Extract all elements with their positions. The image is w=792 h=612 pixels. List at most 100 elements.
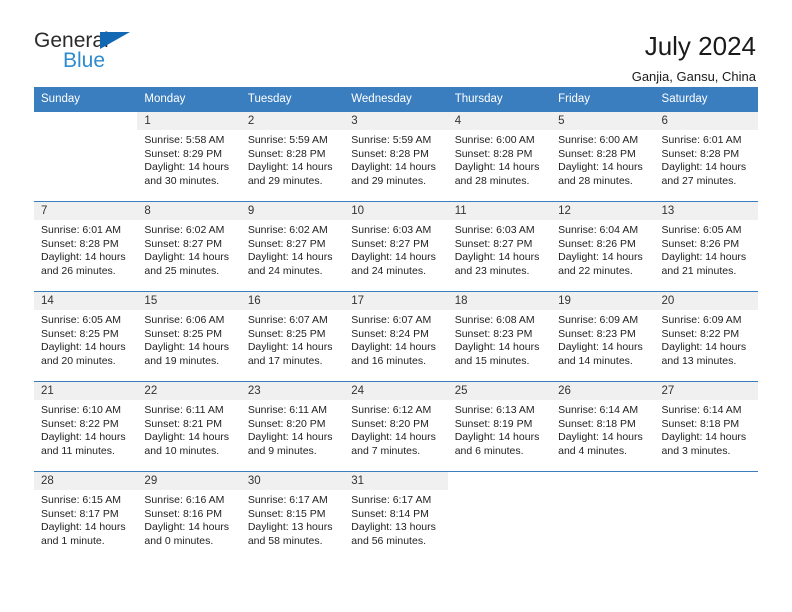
day-sunset-text: Sunset: 8:23 PM — [558, 327, 636, 340]
calendar-day-cell[interactable]: 27 Sunrise: 6:14 AM Sunset: 8:18 PM Dayligh… — [654, 381, 758, 472]
calendar-day-cell[interactable]: 10 Sunrise: 6:03 AM Sunset: 8:27 PM Dayligh… — [344, 201, 448, 292]
calendar-day-cell[interactable]: 15 Sunrise: 6:06 AM Sunset: 8:25 PM Dayligh… — [137, 291, 241, 382]
day-daylight1-text: Daylight: 13 hours — [247, 521, 333, 534]
day-details: Sunrise: 6:09 AM Sunset: 8:23 PM Daylight:… — [551, 310, 654, 368]
day-daylight2-text: and 16 minutes. — [351, 354, 426, 367]
day-number — [34, 112, 138, 130]
day-daylight1-text: Daylight: 14 hours — [558, 341, 643, 354]
day-details: Sunrise: 6:17 AM Sunset: 8:15 PM Daylight:… — [241, 490, 344, 548]
day-details: Sunrise: 6:13 AM Sunset: 8:19 PM Daylight:… — [448, 400, 551, 458]
calendar-day-cell[interactable]: 6 Sunrise: 6:01 AM Sunset: 8:28 PM Daylight… — [654, 111, 758, 202]
day-details: Sunrise: 6:07 AM Sunset: 8:25 PM Daylight:… — [241, 310, 344, 368]
day-details: Sunrise: 6:07 AM Sunset: 8:24 PM Daylight:… — [344, 310, 447, 368]
day-sunrise-text: Sunrise: 6:03 AM — [351, 224, 432, 236]
day-number: 20 — [654, 292, 758, 310]
day-cell-inner: 2 Sunrise: 5:59 AM Sunset: 8:28 PM Daylight… — [240, 112, 345, 201]
calendar-day-cell[interactable]: 26 Sunrise: 6:14 AM Sunset: 8:18 PM Dayligh… — [551, 381, 655, 472]
day-number: 9 — [240, 202, 345, 220]
day-daylight2-text: and 13 minutes. — [661, 354, 737, 367]
calendar-day-cell[interactable]: 25 Sunrise: 6:13 AM Sunset: 8:19 PM Dayligh… — [447, 381, 552, 472]
calendar-day-cell[interactable]: 19 Sunrise: 6:09 AM Sunset: 8:23 PM Dayligh… — [551, 291, 655, 382]
calendar-day-cell[interactable]: 5 Sunrise: 6:00 AM Sunset: 8:28 PM Daylight… — [551, 111, 655, 202]
day-cell-inner: 18 Sunrise: 6:08 AM Sunset: 8:23 PM Dayligh… — [447, 292, 552, 381]
day-sunrise-text: Sunrise: 5:58 AM — [144, 134, 225, 146]
weekday-header-thursday: Thursday — [447, 87, 552, 112]
calendar-body: 1 Sunrise: 5:58 AM Sunset: 8:29 PM Daylight… — [34, 111, 758, 562]
day-number: 2 — [240, 112, 345, 130]
day-details: Sunrise: 6:02 AM Sunset: 8:27 PM Daylight:… — [241, 220, 344, 278]
day-daylight1-text: Daylight: 14 hours — [661, 251, 747, 264]
calendar-day-cell[interactable]: 24 Sunrise: 6:12 AM Sunset: 8:20 PM Dayligh… — [344, 381, 448, 472]
calendar-day-cell[interactable]: 8 Sunrise: 6:02 AM Sunset: 8:27 PM Daylight… — [137, 201, 241, 292]
calendar-day-cell[interactable]: 3 Sunrise: 5:59 AM Sunset: 8:28 PM Daylight… — [344, 111, 448, 202]
day-sunrise-text: Sunrise: 6:11 AM — [144, 404, 224, 416]
day-sunrise-text: Sunrise: 6:05 AM — [41, 314, 121, 326]
day-cell-inner: 20 Sunrise: 6:09 AM Sunset: 8:22 PM Dayligh… — [654, 292, 758, 381]
day-cell-inner — [447, 472, 552, 562]
calendar-day-cell[interactable]: 4 Sunrise: 6:00 AM Sunset: 8:28 PM Daylight… — [447, 111, 552, 202]
day-number — [654, 472, 758, 490]
day-cell-inner: 1 Sunrise: 5:58 AM Sunset: 8:29 PM Daylight… — [137, 112, 241, 201]
calendar-day-cell[interactable]: 21 Sunrise: 6:10 AM Sunset: 8:22 PM Dayligh… — [34, 381, 138, 472]
day-sunrise-text: Sunrise: 6:01 AM — [41, 224, 121, 236]
day-daylight1-text: Daylight: 14 hours — [144, 341, 230, 354]
calendar-day-cell[interactable]: 31 Sunrise: 6:17 AM Sunset: 8:14 PM Dayligh… — [344, 471, 448, 562]
day-daylight1-text: Daylight: 14 hours — [41, 251, 126, 264]
day-number: 15 — [137, 292, 241, 310]
calendar-day-cell[interactable]: 12 Sunrise: 6:04 AM Sunset: 8:26 PM Dayligh… — [551, 201, 655, 292]
calendar-day-cell[interactable]: 1 Sunrise: 5:58 AM Sunset: 8:29 PM Daylight… — [137, 111, 241, 202]
day-cell-inner: 9 Sunrise: 6:02 AM Sunset: 8:27 PM Daylight… — [240, 202, 345, 291]
day-daylight2-text: and 24 minutes. — [247, 264, 323, 277]
day-number: 4 — [447, 112, 552, 130]
calendar-day-cell[interactable]: 18 Sunrise: 6:08 AM Sunset: 8:23 PM Dayligh… — [447, 291, 552, 382]
calendar-day-cell[interactable]: 29 Sunrise: 6:16 AM Sunset: 8:16 PM Dayligh… — [137, 471, 241, 562]
day-number — [551, 472, 655, 490]
day-daylight2-text: and 4 minutes. — [558, 444, 627, 457]
day-details: Sunrise: 6:11 AM Sunset: 8:21 PM Daylight:… — [137, 400, 240, 458]
day-number: 25 — [447, 382, 552, 400]
day-number: 28 — [34, 472, 138, 490]
day-sunset-text: Sunset: 8:28 PM — [41, 237, 119, 250]
calendar-day-cell[interactable]: 13 Sunrise: 6:05 AM Sunset: 8:26 PM Dayligh… — [654, 201, 758, 292]
day-number: 19 — [551, 292, 655, 310]
calendar-day-cell[interactable]: 23 Sunrise: 6:11 AM Sunset: 8:20 PM Dayligh… — [240, 381, 345, 472]
calendar-day-cell[interactable]: 17 Sunrise: 6:07 AM Sunset: 8:24 PM Dayligh… — [344, 291, 448, 382]
calendar-day-cell[interactable]: 30 Sunrise: 6:17 AM Sunset: 8:15 PM Dayligh… — [240, 471, 345, 562]
calendar-day-cell[interactable]: 7 Sunrise: 6:01 AM Sunset: 8:28 PM Daylight… — [34, 201, 138, 292]
day-number: 12 — [551, 202, 655, 220]
day-sunrise-text: Sunrise: 6:16 AM — [144, 494, 225, 506]
day-number: 17 — [344, 292, 448, 310]
day-daylight1-text: Daylight: 13 hours — [351, 521, 436, 534]
day-daylight2-text: and 56 minutes. — [351, 534, 426, 547]
day-daylight1-text: Daylight: 14 hours — [661, 341, 747, 354]
day-sunset-text: Sunset: 8:28 PM — [247, 147, 326, 160]
day-daylight1-text: Daylight: 14 hours — [661, 431, 747, 444]
calendar-day-cell[interactable]: 2 Sunrise: 5:59 AM Sunset: 8:28 PM Daylight… — [240, 111, 345, 202]
day-details: Sunrise: 6:05 AM Sunset: 8:26 PM Daylight:… — [655, 220, 758, 278]
day-cell-inner: 6 Sunrise: 6:01 AM Sunset: 8:28 PM Daylight… — [654, 112, 758, 201]
day-daylight1-text: Daylight: 14 hours — [351, 161, 436, 174]
day-cell-inner: 21 Sunrise: 6:10 AM Sunset: 8:22 PM Dayligh… — [34, 382, 138, 471]
day-number: 6 — [654, 112, 758, 130]
day-sunset-text: Sunset: 8:26 PM — [558, 237, 636, 250]
calendar-page: General Blue July 2024 Ganjia, Gansu, Ch… — [0, 0, 792, 612]
calendar-day-cell[interactable]: 9 Sunrise: 6:02 AM Sunset: 8:27 PM Daylight… — [240, 201, 345, 292]
calendar-cell-empty — [447, 471, 552, 562]
day-sunset-text: Sunset: 8:27 PM — [454, 237, 533, 250]
calendar-grid: Sunday Monday Tuesday Wednesday Thursday Frid… — [34, 87, 758, 562]
day-sunset-text: Sunset: 8:21 PM — [144, 417, 223, 430]
calendar-day-cell[interactable]: 14 Sunrise: 6:05 AM Sunset: 8:25 PM Dayligh… — [34, 291, 138, 382]
calendar-day-cell[interactable]: 20 Sunrise: 6:09 AM Sunset: 8:22 PM Dayligh… — [654, 291, 758, 382]
calendar-day-cell[interactable]: 11 Sunrise: 6:03 AM Sunset: 8:27 PM Dayligh… — [447, 201, 552, 292]
day-sunrise-text: Sunrise: 6:01 AM — [661, 134, 742, 146]
calendar-day-cell[interactable]: 28 Sunrise: 6:15 AM Sunset: 8:17 PM Dayligh… — [34, 471, 138, 562]
day-sunrise-text: Sunrise: 6:03 AM — [454, 224, 535, 236]
calendar-day-cell[interactable]: 16 Sunrise: 6:07 AM Sunset: 8:25 PM Dayligh… — [240, 291, 345, 382]
day-sunset-text: Sunset: 8:28 PM — [558, 147, 636, 160]
day-daylight2-text: and 17 minutes. — [247, 354, 323, 367]
day-cell-inner: 15 Sunrise: 6:06 AM Sunset: 8:25 PM Dayligh… — [137, 292, 241, 381]
calendar-day-cell[interactable]: 22 Sunrise: 6:11 AM Sunset: 8:21 PM Dayligh… — [137, 381, 241, 472]
day-sunset-text: Sunset: 8:22 PM — [661, 327, 740, 340]
day-sunset-text: Sunset: 8:24 PM — [351, 327, 429, 340]
day-number: 13 — [654, 202, 758, 220]
